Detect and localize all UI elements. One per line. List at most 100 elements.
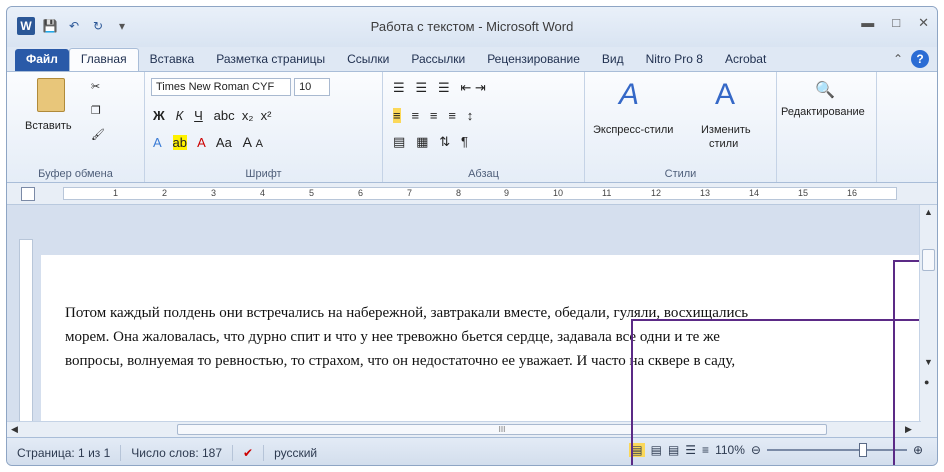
draft-icon[interactable]: ≡ [702,443,709,457]
zoom-out-icon[interactable]: ⊖ [751,443,761,457]
clipboard-group-label: Буфер обмена [38,168,113,180]
bold-button[interactable]: Ж [153,108,165,123]
paste-icon[interactable] [37,78,65,112]
shrink-font-button[interactable]: A [256,138,263,150]
highlight-icon[interactable]: ab [172,135,187,150]
title-bar: W 💾 ↶ ↻ ▾ Работа с текстом - Microsoft W… [7,7,937,47]
close-icon[interactable]: ✕ [918,15,929,31]
web-layout-icon[interactable]: ▤ [668,443,679,457]
ruler-number: 16 [847,188,858,198]
copy-icon[interactable]: ❐ [91,104,101,117]
change-styles-icon[interactable]: A [715,78,735,112]
ruler-number: 9 [504,188,510,198]
tab-selector-icon[interactable] [21,187,35,201]
ruler-number: 5 [309,188,315,198]
ruler-number: 13 [700,188,711,198]
quick-styles-icon[interactable]: A [619,78,639,112]
minimize-icon[interactable]: ▬ [861,15,874,31]
document-text[interactable]: Потом каждый полдень они встречались на … [65,301,909,373]
language-indicator[interactable]: русский [264,445,327,461]
font-group-label: Шрифт [245,168,282,180]
align-right-icon[interactable]: ≡ [430,108,438,123]
horizontal-scroll-thumb[interactable]: III [177,424,827,435]
horizontal-scrollbar[interactable]: ◀ III ▶ [7,421,921,437]
tab-home[interactable]: Главная [68,48,139,71]
document-area: Потом каждый полдень они встречались на … [7,205,921,437]
scroll-down-icon[interactable]: ▼ [924,357,933,367]
tab-review[interactable]: Рецензирование [476,49,591,71]
scroll-left-icon[interactable]: ◀ [11,424,18,435]
numbering-icon[interactable]: ☰ [416,80,428,95]
font-name-select[interactable]: Times New Roman CYF [151,78,291,96]
vertical-ruler[interactable] [19,239,33,437]
callout-line [893,260,919,262]
paste-button[interactable]: Вставить [25,120,72,132]
change-styles-button[interactable]: Изменить [701,124,751,136]
italic-button[interactable]: К [176,108,184,123]
line-spacing-icon[interactable]: ↕ [467,108,474,123]
page-count[interactable]: Страница: 1 из 1 [7,444,122,461]
text-effects-icon[interactable]: A [153,135,162,150]
zoom-level[interactable]: 110% [715,443,745,457]
ruler-track[interactable]: 1 2 3 4 5 6 7 8 9 10 11 12 13 14 15 16 [63,187,897,200]
font-color-icon[interactable]: A [197,135,206,150]
text-line: морем. Она жаловалась, что дурно спит и … [65,329,720,345]
quick-styles-button[interactable]: Экспресс-стили [593,124,673,136]
justify-icon[interactable]: ≡ [448,108,456,123]
tab-nitro[interactable]: Nitro Pro 8 [635,49,714,71]
full-screen-icon[interactable]: ▤ [651,443,662,457]
tab-mailings[interactable]: Рассылки [400,49,476,71]
proofing-icon[interactable]: ✔ [233,444,265,461]
tab-acrobat[interactable]: Acrobat [714,49,777,71]
outline-icon[interactable]: ☰ [685,443,696,457]
change-case-button[interactable]: Aa [216,135,232,150]
sort-icon[interactable]: ⇅ [439,134,450,149]
scroll-right-icon[interactable]: ▶ [905,424,912,435]
align-center-icon[interactable]: ≡ [411,108,419,123]
group-font: Times New Roman CYF 10 Ж К Ч abc x₂ x² A… [145,72,383,182]
zoom-slider-thumb[interactable] [858,443,867,457]
ruler-number: 4 [260,188,266,198]
tab-file[interactable]: Файл [15,49,69,71]
increase-indent-icon[interactable]: ⇥ [475,80,486,95]
tab-references[interactable]: Ссылки [336,49,400,71]
cut-icon[interactable]: ✂ [91,80,100,93]
grow-font-button[interactable]: A [243,134,252,150]
find-icon[interactable]: 🔍 [815,80,835,100]
multilevel-list-icon[interactable]: ☰ [438,80,450,95]
ribbon-collapse-icon[interactable]: ⌃ [893,52,903,66]
maximize-icon[interactable]: □ [892,15,900,31]
ruler-number: 7 [407,188,413,198]
ruler-number: 3 [211,188,217,198]
borders-icon[interactable]: ▦ [416,134,428,149]
ruler-number: 12 [651,188,662,198]
underline-button[interactable]: Ч [194,108,203,123]
superscript-icon[interactable]: x² [261,108,272,123]
tab-page-layout[interactable]: Разметка страницы [205,49,336,71]
zoom-in-icon[interactable]: ⊕ [913,443,923,457]
text-line: вопросы, волнуемая то ревностью, то стра… [65,353,736,369]
word-count[interactable]: Число слов: 187 [121,444,234,461]
align-left-icon[interactable]: ≡ [393,108,401,123]
editing-button[interactable]: Редактирование [781,106,865,118]
zoom-slider[interactable] [766,443,907,457]
help-icon[interactable]: ? [911,50,929,68]
subscript-icon[interactable]: x₂ [242,108,254,123]
bullets-icon[interactable]: ☰ [393,80,405,95]
vertical-scrollbar[interactable]: ▲ ▼ ● [919,205,937,437]
vertical-scroll-thumb[interactable] [922,249,935,271]
scroll-up-icon[interactable]: ▲ [924,207,933,217]
tab-view[interactable]: Вид [591,49,635,71]
format-painter-icon[interactable]: 🖌 [91,128,105,141]
browse-object-icon[interactable]: ● [924,377,929,387]
change-styles-button-line2: стили [709,138,739,150]
strikethrough-icon[interactable]: abc [214,108,235,123]
font-size-select[interactable]: 10 [294,78,331,96]
shading-icon[interactable]: ▤ [393,134,405,149]
tab-insert[interactable]: Вставка [139,49,206,71]
show-formatting-button[interactable]: ¶ [461,134,468,149]
callout-line [893,260,895,465]
window-controls: ▬ □ ✕ [861,15,929,31]
decrease-indent-icon[interactable]: ⇤ [461,80,472,95]
document-page[interactable]: Потом каждый полдень они встречались на … [41,255,921,437]
